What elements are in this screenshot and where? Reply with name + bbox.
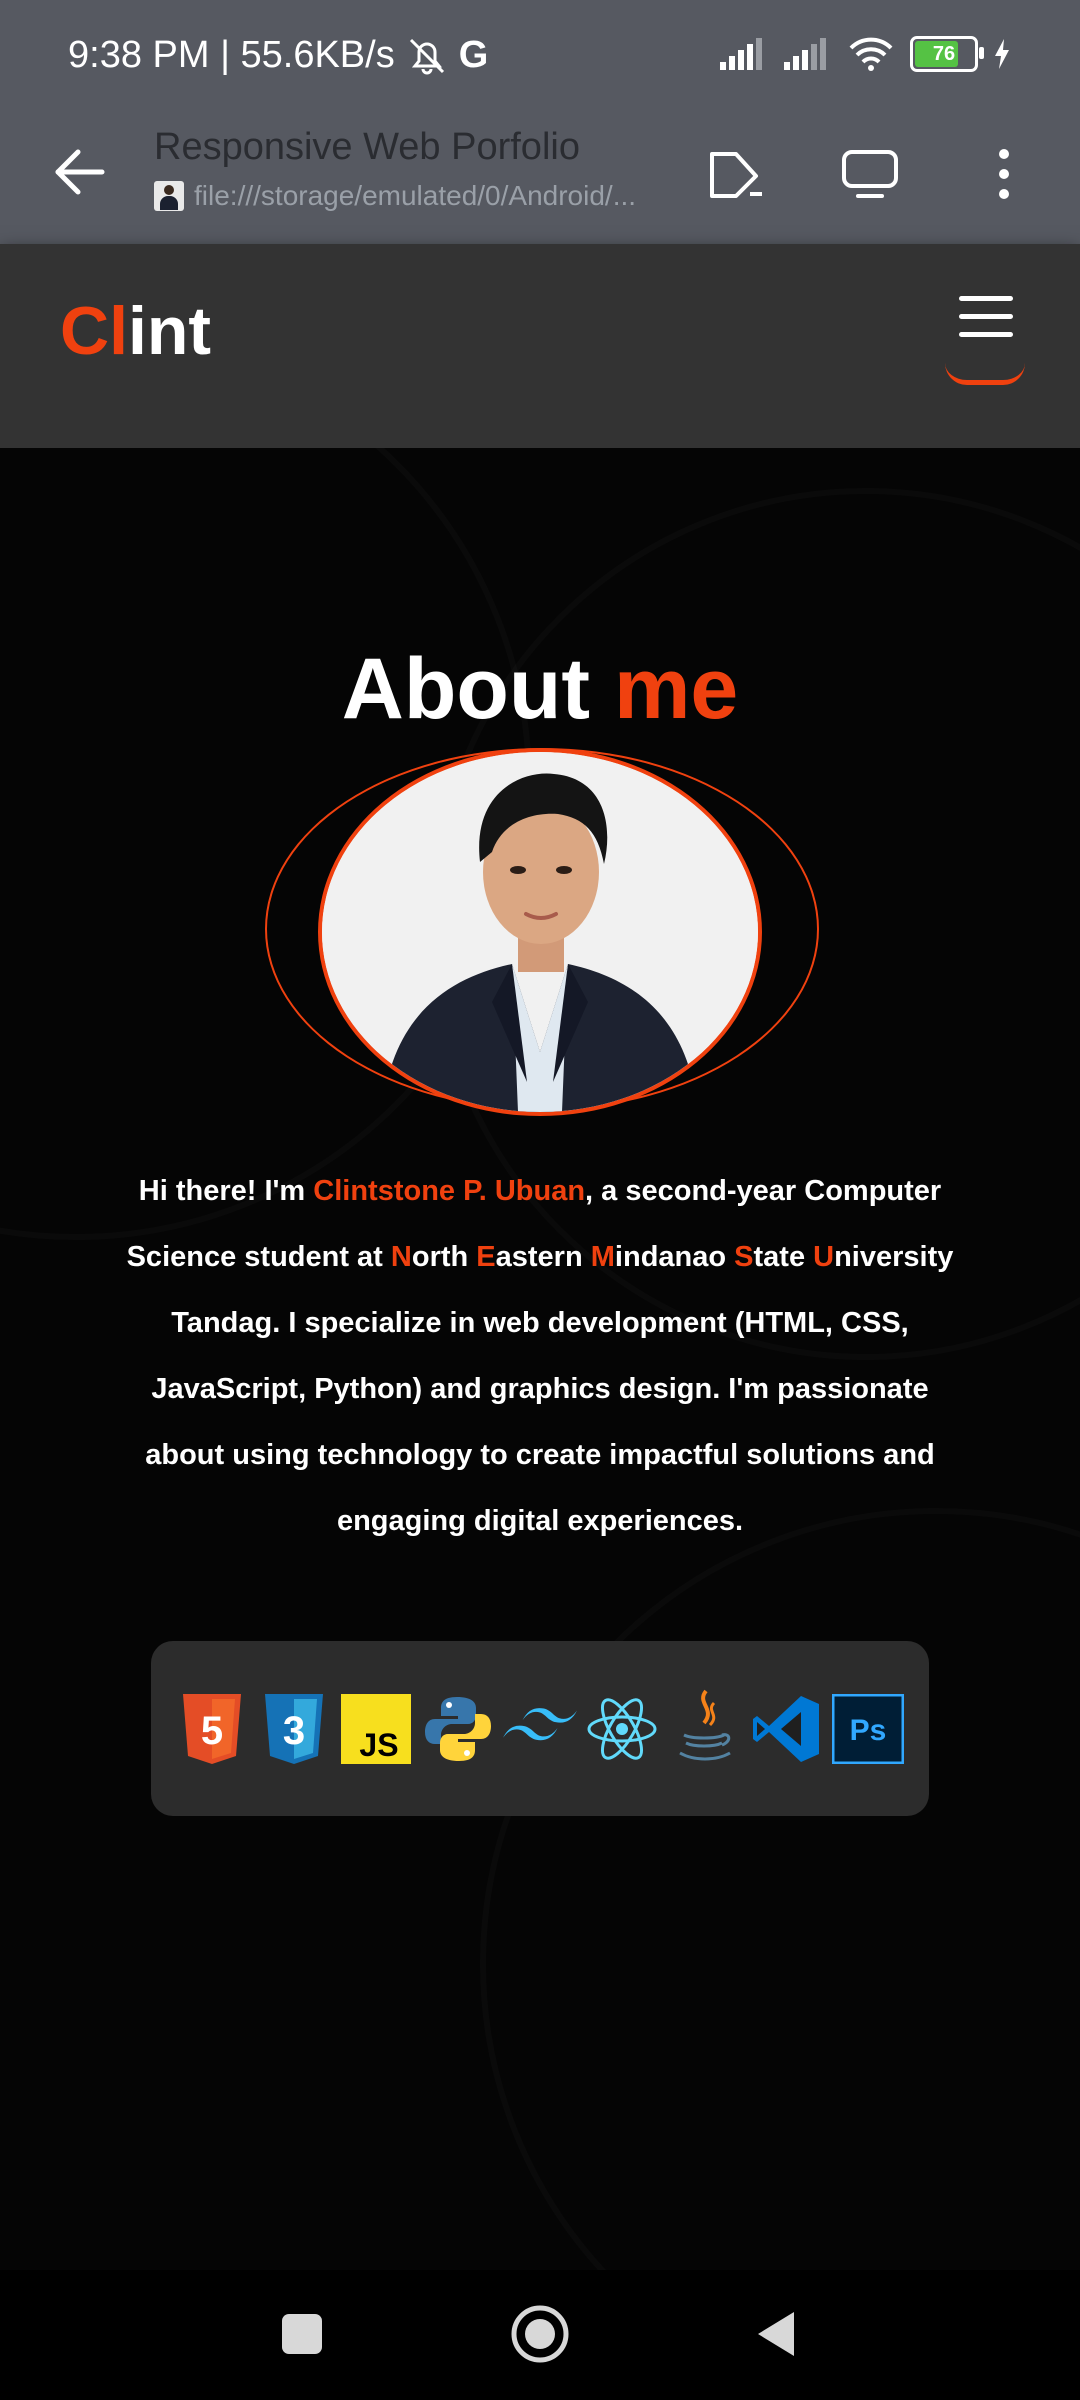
photoshop-glyph: Ps xyxy=(850,1714,887,1747)
java-icon xyxy=(667,1689,741,1766)
browser-toolbar: Responsive Web Porfolio file:///storage/… xyxy=(0,118,1080,244)
python-icon xyxy=(421,1692,495,1766)
status-left: 9:38 PM | 55.6KB/s G xyxy=(68,34,488,77)
bio-name: Clintstone P. Ubuan xyxy=(313,1175,586,1207)
react-icon xyxy=(585,1692,659,1766)
status-right: 76 xyxy=(720,36,1010,72)
javascript-glyph: JS xyxy=(359,1727,398,1763)
favicon xyxy=(154,181,184,211)
more-options-icon[interactable] xyxy=(972,142,1036,206)
bio-initial: M xyxy=(590,1241,615,1273)
profile-photo xyxy=(318,748,762,1116)
portrait-image xyxy=(322,752,758,1112)
css3-glyph: 3 xyxy=(283,1709,305,1753)
battery-level: 76 xyxy=(932,42,956,65)
screen-icon[interactable] xyxy=(838,142,902,206)
signal-icon xyxy=(720,38,762,70)
bio-text: astern xyxy=(495,1241,591,1273)
hamburger-line xyxy=(959,332,1013,337)
hamburger-line xyxy=(959,296,1013,301)
page-title: Responsive Web Porfolio xyxy=(154,126,580,168)
html5-icon: 5 xyxy=(175,1692,249,1766)
back-arrow-icon[interactable] xyxy=(50,142,110,202)
google-icon: G xyxy=(458,34,489,76)
url-display[interactable]: file:///storage/emulated/0/Android/... xyxy=(154,180,674,212)
logo-accent: Cl xyxy=(60,293,128,369)
bio-text: Hi there! I'm xyxy=(138,1175,314,1207)
menu-button[interactable] xyxy=(945,296,1025,385)
menu-underline xyxy=(945,348,1025,385)
bio-initial: N xyxy=(390,1241,412,1273)
heading-main: About xyxy=(341,641,591,737)
bio-paragraph: Hi there! I'm Clintstone P. Ubuan, a sec… xyxy=(110,1158,970,1554)
about-section: About me Hi there! I'm Clintstone P. Ubu… xyxy=(0,448,1080,2270)
cast-icon[interactable] xyxy=(706,142,770,206)
signal-icon xyxy=(784,38,826,70)
heading-accent: me xyxy=(613,641,739,737)
vscode-icon xyxy=(749,1692,823,1766)
mute-bell-icon xyxy=(409,38,444,74)
bio-text: indanao xyxy=(614,1241,735,1273)
javascript-icon: JS xyxy=(339,1692,413,1766)
recents-square-icon[interactable] xyxy=(282,2314,322,2354)
charging-icon xyxy=(995,39,1009,69)
bio-text: orth xyxy=(411,1241,477,1273)
status-bar: 9:38 PM | 55.6KB/s G 76 xyxy=(0,0,1080,118)
tailwind-icon xyxy=(503,1692,577,1766)
system-navigation-bar xyxy=(0,2270,1080,2400)
battery-icon: 76 xyxy=(910,36,984,72)
url-text: file:///storage/emulated/0/Android/... xyxy=(194,180,637,211)
bio-initial: U xyxy=(813,1241,835,1273)
css3-icon: 3 xyxy=(257,1692,331,1766)
bio-text: Tandag. I specialize in web development … xyxy=(145,1307,935,1537)
wifi-icon xyxy=(849,37,893,71)
skills-card: 5 3 JS Ps xyxy=(151,1641,929,1816)
bio-text: tate xyxy=(753,1241,814,1273)
time-speed: 9:38 PM | 55.6KB/s xyxy=(68,34,395,76)
site-navbar: Clint xyxy=(0,244,1080,448)
logo-rest: int xyxy=(128,293,212,369)
bio-initial: E xyxy=(476,1241,496,1273)
bio-text: niversity xyxy=(834,1241,954,1273)
section-heading: About me xyxy=(0,640,1080,739)
html5-glyph: 5 xyxy=(201,1709,223,1753)
photoshop-icon: Ps xyxy=(831,1692,905,1766)
home-circle-icon[interactable] xyxy=(510,2304,570,2364)
site-logo[interactable]: Clint xyxy=(60,292,211,370)
hamburger-line xyxy=(959,314,1013,319)
back-triangle-icon[interactable] xyxy=(756,2310,796,2358)
background-circle xyxy=(480,1508,1080,2270)
bio-initial: S xyxy=(734,1241,754,1273)
